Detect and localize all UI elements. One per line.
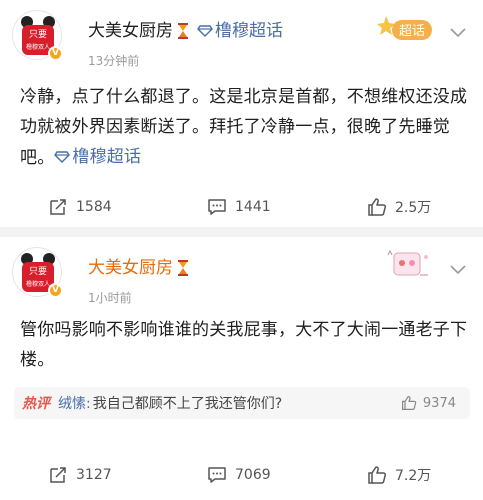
thumbs-up-icon [368,198,387,216]
author-row: 大美女厨房 [88,257,189,279]
like-button[interactable]: 7.2万 [367,465,431,485]
thumbs-up-icon [368,466,387,484]
repost-count: 1584 [76,199,112,215]
svg-text:只要: 只要 [29,266,47,277]
author-row: 大美女厨房 橹穆超话 [88,20,283,42]
like-count: 7.2万 [395,468,432,484]
verified-badge-icon: V [48,46,63,61]
sticker-icon [387,249,428,276]
avatar[interactable]: 只要 橹穆双人 V [12,247,63,298]
post-time: 1小时前 [88,291,132,305]
topic-label: 橹穆超话 [215,21,283,41]
action-bar: 3127 7069 7.2万 [0,463,483,487]
super-topic-badge[interactable]: 超话 [376,10,438,46]
comment-icon [208,199,226,215]
diamond-icon [197,25,213,37]
svg-text:只要: 只要 [29,29,47,40]
repost-icon [50,199,66,215]
avatar[interactable]: 只要 橹穆双人 V [12,10,63,61]
post-text: 管你吗影响不影响谁谁的关我屁事，大不了大闹一通老子下楼。 [20,320,468,370]
hot-comment-like-button[interactable]: 9374 [401,395,456,411]
hot-comment-text: 我自己都顾不上了我还管你们? [92,396,283,412]
weibo-post-2: 只要 橹穆双人 V 大美女厨房 1小时前 管你吗影响不影响谁谁的关我屁事，大不了… [0,237,483,500]
comment-count: 7069 [235,467,271,483]
repost-count: 3127 [76,467,112,483]
post-content: 管你吗影响不影响谁谁的关我屁事，大不了大闹一通老子下楼。 [20,315,470,375]
comment-icon [208,467,226,483]
svg-text:橹穆双人: 橹穆双人 [26,280,50,288]
action-bar: 1584 1441 2.5万 [0,195,483,219]
author-name[interactable]: 大美女厨房 [88,20,173,42]
author-name[interactable]: 大美女厨房 [88,257,173,279]
hot-comment[interactable]: 热评 绒愫: 我自己都顾不上了我还管你们? 9374 [14,387,470,419]
comment-count: 1441 [235,199,271,215]
like-count: 2.5万 [395,200,432,216]
comment-button[interactable]: 7069 [207,465,271,485]
repost-button[interactable]: 3127 [48,465,112,485]
thumbs-up-icon [401,396,417,410]
hot-comment-user[interactable]: 绒愫: [58,393,91,413]
like-button[interactable]: 2.5万 [367,197,431,217]
chevron-down-icon[interactable] [450,28,466,38]
weibo-post-1: 只要 橹穆双人 V 大美女厨房 橹穆超话 13分钟前 超话 冷静，点了什么都退了… [0,0,483,227]
post-time: 13分钟前 [88,54,140,68]
post-header: 只要 橹穆双人 V 大美女厨房 橹穆超话 13分钟前 超话 [12,10,472,70]
comment-button[interactable]: 1441 [207,197,271,217]
hourglass-icon [178,260,188,276]
post-separator [0,227,483,237]
topic-link[interactable]: 橹穆超话 [197,20,283,42]
hot-comment-tag: 热评 [22,396,50,412]
verified-badge-icon: V [48,283,63,298]
post-header: 只要 橹穆双人 V 大美女厨房 1小时前 [12,247,472,307]
repost-button[interactable]: 1584 [48,197,112,217]
post-content: 冷静，点了什么都退了。这是北京是首都，不想维权还没成功就被外界因素断送了。拜托了… [20,82,470,173]
inline-topic-link[interactable]: 橹穆超话 [54,142,141,172]
hot-comment-like-count: 9374 [422,395,456,411]
svg-text:橹穆双人: 橹穆双人 [26,43,50,51]
hourglass-icon [178,23,188,39]
chevron-down-icon[interactable] [450,265,466,275]
diamond-icon [54,151,71,163]
inline-topic-label: 橹穆超话 [72,147,142,167]
svg-text:超话: 超话 [399,24,425,39]
repost-icon [50,467,66,483]
